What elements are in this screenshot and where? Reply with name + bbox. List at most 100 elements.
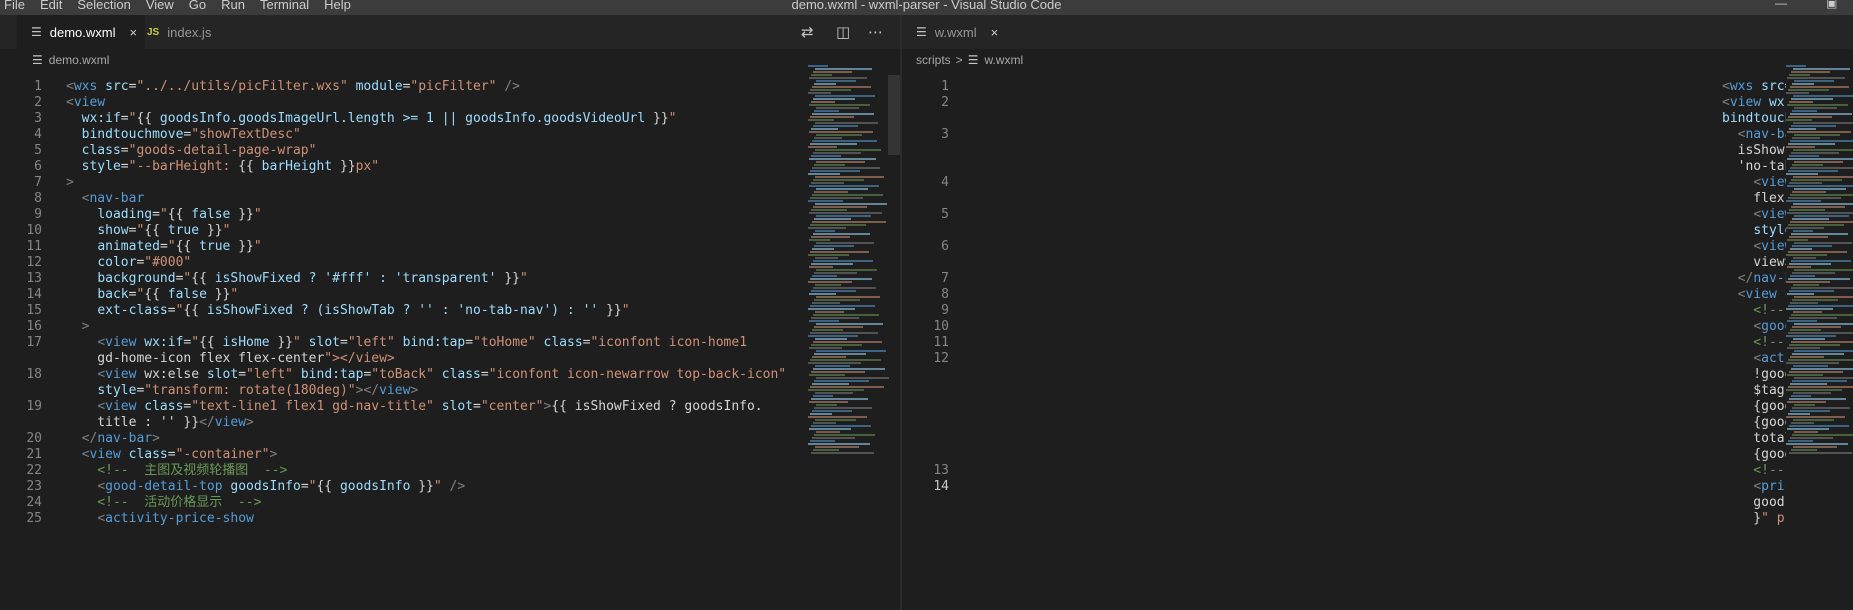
line-number: 14: [933, 479, 949, 494]
minimap-line: [816, 107, 859, 109]
minimap-line: [1788, 413, 1810, 415]
minimap-line: [816, 80, 856, 82]
minimap-line: [1794, 377, 1853, 379]
breadcrumb-item[interactable]: demo.wxml: [49, 53, 110, 67]
minimap-line: [1788, 197, 1841, 199]
minimap-line: [1794, 269, 1853, 271]
minimap-line: [808, 119, 834, 121]
more-actions-icon[interactable]: ⋯: [868, 23, 883, 41]
title-bar: File Edit Selection View Go Run Terminal Help d…: [0, 0, 1853, 15]
minimap-line: [1793, 68, 1850, 70]
minimap-line: [811, 209, 847, 211]
split-editor-icon[interactable]: ◫: [836, 23, 850, 41]
minimap-line: [1794, 242, 1852, 244]
minimap-line: [1786, 335, 1836, 337]
minimap-line: [816, 350, 886, 352]
minimap-line: [808, 173, 840, 175]
minimap-line: [1791, 233, 1848, 235]
minimap-line: [813, 287, 876, 289]
minimap-line: [1787, 401, 1826, 403]
minimap-line: [815, 311, 844, 313]
maximize-icon[interactable]: ▣: [1826, 0, 1837, 10]
minimap-line: [813, 368, 885, 370]
source-control-icon[interactable]: ⇄: [801, 23, 814, 41]
line-number: 19: [26, 399, 42, 414]
minimap-line: [1790, 383, 1827, 385]
minimap-line: [1790, 167, 1853, 169]
minimap-line: [810, 197, 863, 199]
minimap-line: [1786, 362, 1839, 364]
code-editor[interactable]: 1<wxs src="../../utils/picFilter.wxs" mo…: [0, 71, 900, 610]
minimap-line: [1791, 179, 1842, 181]
minimap-line: [1792, 434, 1853, 436]
minimap-line: [1788, 332, 1853, 334]
minimap-line: [1787, 293, 1814, 295]
minimap-line: [810, 116, 854, 118]
minimap-line: [810, 224, 866, 226]
minimap-line: [813, 260, 873, 262]
minimap-line: [808, 92, 831, 94]
vertical-scrollbar[interactable]: [888, 75, 900, 155]
code-line[interactable]: ext-class="{{ isShowFixed ? (isShowTab ?…: [66, 301, 629, 320]
minimap-line: [810, 305, 875, 307]
minimap-line: [1791, 71, 1830, 73]
minimap-line: [1787, 266, 1811, 268]
minimap-line: [1787, 185, 1853, 187]
minimap-line: [809, 266, 833, 268]
minimap[interactable]: [808, 65, 889, 610]
minimap-line: [1788, 305, 1853, 307]
minimap[interactable]: [1786, 65, 1853, 610]
minimap-line: [1793, 311, 1822, 313]
minimap-line: [811, 398, 868, 400]
code-line[interactable]: style="--barHeight: {{ barHeight }}px": [66, 157, 379, 176]
minimap-line: [1787, 104, 1848, 106]
code-editor[interactable]: 1<wxs src="../../utils/picFilter.wxs" mo…: [902, 71, 1853, 610]
minimap-line: [815, 419, 856, 421]
minimap-line: [1790, 275, 1815, 277]
tab-index-js[interactable]: JS index.js: [131, 15, 262, 49]
minimap-line: [1788, 170, 1838, 172]
minimap-line: [1787, 347, 1820, 349]
minimap-line: [809, 185, 879, 187]
minimap-line: [1789, 128, 1816, 130]
minimap-line: [1787, 158, 1853, 160]
minimap-line: [808, 308, 855, 310]
minimap-line: [1788, 116, 1832, 118]
minimap-line: [1790, 329, 1821, 331]
minimap-line: [1792, 83, 1814, 85]
minimap-line: [1790, 221, 1853, 223]
line-number: 18: [26, 367, 42, 382]
minimap-line: [1794, 296, 1853, 298]
tab-w-wxml[interactable]: ☰ w.wxml ×: [902, 15, 1028, 49]
minimap-line: [816, 296, 880, 298]
tab-label: w.wxml: [934, 24, 977, 40]
code-line[interactable]: <activity-price-show: [66, 509, 254, 528]
minimap-line: [809, 347, 842, 349]
tab-bar-left: ☰ demo.wxml × JS index.js ⇄ ◫ ⋯: [0, 15, 900, 49]
minimap-line: [808, 443, 870, 445]
minimap-line: [1786, 416, 1845, 418]
minimap-line: [1786, 254, 1827, 256]
close-icon[interactable]: ×: [991, 25, 999, 40]
minimap-line: [1791, 368, 1853, 370]
minimap-line: [811, 236, 850, 238]
breadcrumb-item[interactable]: w.wxml: [984, 53, 1023, 67]
minimap-line: [809, 401, 848, 403]
breadcrumb-item[interactable]: scripts: [916, 53, 951, 67]
minimap-line: [1789, 101, 1813, 103]
minimap-line: [810, 251, 869, 253]
minimap-line: [1788, 251, 1847, 253]
minimap-line: [812, 410, 852, 412]
minimap-line: [1792, 110, 1817, 112]
minimap-line: [811, 263, 853, 265]
tab-demo-wxml[interactable]: ☰ demo.wxml ×: [17, 15, 145, 49]
line-number: 2: [941, 95, 949, 110]
minimap-line: [815, 68, 872, 70]
code-line[interactable]: <wxs src="../../utils/picFilter.wxs" mod…: [66, 77, 520, 96]
minimap-line: [1790, 410, 1830, 412]
minimap-line: [1792, 380, 1847, 382]
minimap-line: [1789, 344, 1840, 346]
minimap-line: [813, 179, 864, 181]
minimize-icon[interactable]: —: [1775, 0, 1787, 10]
minimap-line: [1789, 155, 1819, 157]
